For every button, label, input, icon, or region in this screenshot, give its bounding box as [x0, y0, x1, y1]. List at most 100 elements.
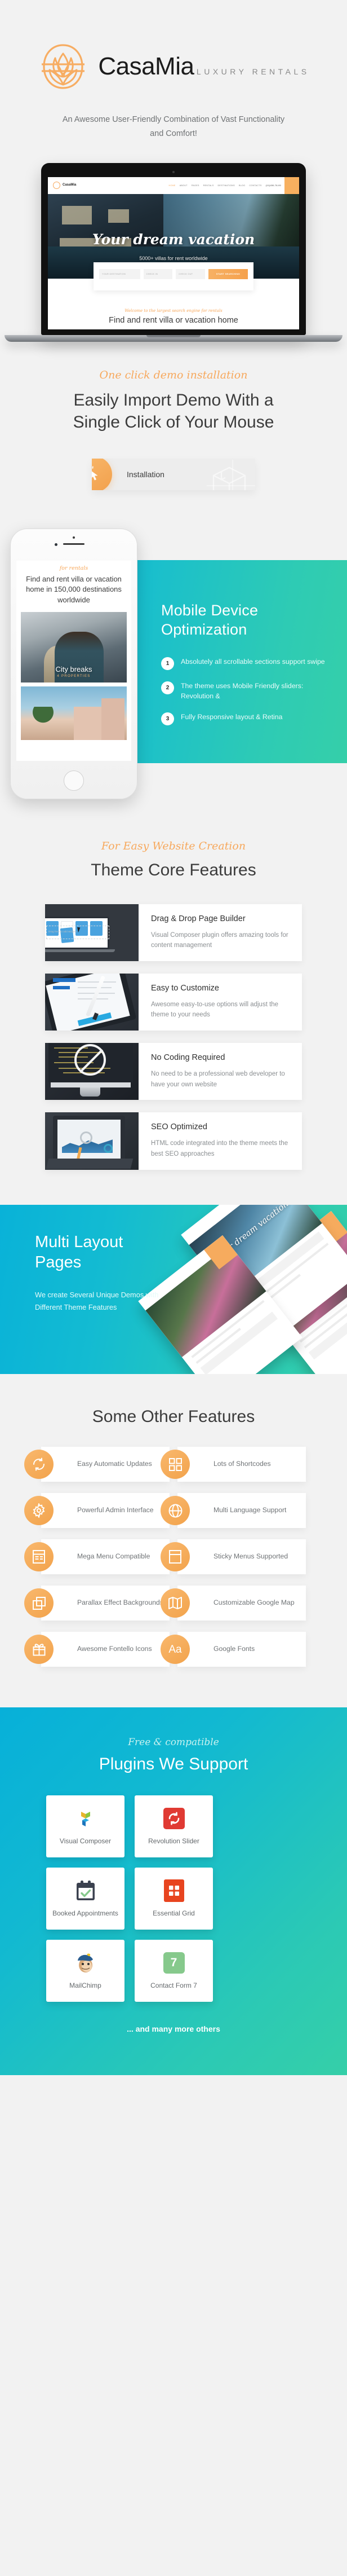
- laptop-camera-icon: [172, 170, 175, 173]
- gear-icon: [24, 1496, 54, 1526]
- preview-checkout-input[interactable]: CHECK OUT: [176, 268, 206, 279]
- feature-tile-google-fonts[interactable]: Aa Google Fonts: [161, 1632, 306, 1667]
- layout-screenshots: Your dream vacation: [138, 1204, 347, 1374]
- phone-home-button[interactable]: [64, 770, 84, 791]
- feature-tile-label: Parallax Effect Backgrounds: [77, 1599, 163, 1607]
- preview-nav-item[interactable]: CONTACTS: [249, 184, 261, 187]
- core-title: Theme Core Features: [91, 860, 256, 879]
- plugin-card-booked-appointments[interactable]: Booked Appointments: [46, 1868, 124, 1930]
- features-grid: Easy Automatic Updates Lots of Shortcode…: [24, 1447, 306, 1667]
- plugin-card-visual-composer[interactable]: Visual Composer: [46, 1795, 124, 1858]
- plugin-name: Visual Composer: [59, 1837, 112, 1846]
- plugin-card-essential-grid[interactable]: Essential Grid: [135, 1868, 213, 1930]
- feature-tile-lots-of-shortcodes[interactable]: Lots of Shortcodes: [161, 1447, 306, 1482]
- plugin-name: Essential Grid: [153, 1909, 195, 1918]
- phone-card-title: City breaks: [55, 665, 92, 674]
- feature-card-desc: HTML code integrated into the theme meet…: [151, 1140, 288, 1157]
- mobile-optimization-section: for rentals Find and rent villa or vacat…: [0, 516, 347, 809]
- phone-card-sub: 4 PROPERTIES: [57, 675, 91, 679]
- list-number-badge: 2: [161, 681, 174, 695]
- feature-tile-label: Google Fonts: [213, 1645, 255, 1653]
- hero-section: CasaMia LUXURY RENTALS An Awesome User-F…: [0, 0, 347, 342]
- feature-tile-multi-language-support[interactable]: Multi Language Support: [161, 1493, 306, 1529]
- layers-icon: [24, 1588, 54, 1618]
- globe-icon: [161, 1496, 190, 1526]
- feature-tile-sticky-menus-supported[interactable]: Sticky Menus Supported: [161, 1539, 306, 1575]
- plugin-card-revolution-slider[interactable]: Revolution Slider: [135, 1795, 213, 1858]
- preview-destination-input[interactable]: YOUR DESTINATION: [99, 268, 140, 279]
- feature-card: Easy to Customize Awesome easy-to-use op…: [45, 973, 302, 1031]
- plugin-name: Booked Appointments: [52, 1909, 118, 1918]
- plugins-script-heading: Free & compatible: [128, 1737, 219, 1749]
- brand-tagline: LUXURY RENTALS: [196, 67, 310, 76]
- essential-grid-logo-icon: [163, 1879, 184, 1903]
- preview-search-card: YOUR DESTINATION CHECK IN CHECK OUT STAR…: [94, 262, 253, 290]
- brand-logo: CasaMia LUXURY RENTALS: [0, 41, 347, 93]
- feature-tile-parallax-effect-backgrounds[interactable]: Parallax Effect Backgrounds: [24, 1586, 170, 1621]
- plugin-name: MailChimp: [69, 1981, 101, 1990]
- plugin-name: Revolution Slider: [148, 1837, 199, 1846]
- feature-tile-mega-menu-compatible[interactable]: Mega Menu Compatible: [24, 1539, 170, 1575]
- phone-screen-content: for rentals Find and rent villa or vacat…: [16, 560, 131, 761]
- laptop-base: [5, 334, 342, 342]
- preview-search-button[interactable]: START SEARCHING: [208, 268, 248, 279]
- multi-layout-title: Multi Layout Pages: [35, 1232, 123, 1272]
- menu-icon: [24, 1542, 54, 1572]
- feature-tile-label: Awesome Fontello Icons: [77, 1645, 152, 1653]
- list-number-badge: 1: [161, 657, 174, 671]
- feature-thumbnail-seo: [45, 1112, 139, 1170]
- preview-bottom-title: Find and rent villa or vacation home: [109, 315, 238, 325]
- preview-logo-name: CasaMia: [63, 183, 77, 187]
- feature-tile-customizable-google-map[interactable]: Customizable Google Map: [161, 1586, 306, 1621]
- preview-phone-number: (22)456-78-90: [265, 184, 281, 187]
- preview-nav-item[interactable]: HOME: [169, 184, 176, 187]
- list-item-text: Fully Responsive layout & Retina: [181, 713, 283, 721]
- other-features-title: Some Other Features: [92, 1407, 255, 1426]
- preview-nav-item[interactable]: BLOG: [239, 184, 245, 187]
- window-icon: [161, 1542, 190, 1572]
- phone-camera-icon: [73, 536, 75, 539]
- install-button-card[interactable]: Installation: [92, 458, 255, 490]
- preview-nav-item[interactable]: DESTINATIONS: [217, 184, 235, 187]
- brand-name: CasaMia: [98, 52, 194, 80]
- feature-tile-label: Mega Menu Compatible: [77, 1552, 150, 1561]
- plugin-name: Contact Form 7: [150, 1981, 197, 1990]
- core-features-section: For Easy Website Creation Theme Core Fea…: [0, 809, 347, 1205]
- phone-second-image: [21, 686, 127, 741]
- phone-sensor-icon: [55, 543, 58, 546]
- lotus-logo-icon: [37, 41, 89, 93]
- map-icon: [161, 1588, 190, 1618]
- gift-icon: [24, 1635, 54, 1665]
- preview-nav-item[interactable]: ABOUT: [180, 184, 188, 187]
- feature-tile-powerful-admin-interface[interactable]: Powerful Admin Interface: [24, 1493, 170, 1529]
- grid-icon: [161, 1450, 190, 1479]
- mailchimp-logo-icon: [74, 1951, 97, 1975]
- feature-tile-awesome-fontello-icons[interactable]: Awesome Fontello Icons: [24, 1632, 170, 1667]
- feature-card: Drag here to add widgets Drag & Drop Pag…: [45, 904, 302, 961]
- visual-composer-logo-icon: [74, 1807, 97, 1830]
- feature-card: No Coding Required No need to be a profe…: [45, 1043, 302, 1100]
- feature-tile-label: Multi Language Support: [213, 1506, 287, 1514]
- feature-tile-easy-automatic-updates[interactable]: Easy Automatic Updates: [24, 1447, 170, 1482]
- preview-checkin-input[interactable]: CHECK IN: [143, 268, 173, 279]
- feature-card-title: Easy to Customize: [151, 983, 219, 993]
- list-item-text: Absolutely all scrollable sections suppo…: [181, 658, 325, 666]
- feature-card-desc: Visual Composer plugin offers amazing to…: [151, 931, 288, 949]
- install-script-heading: One click demo installation: [99, 368, 248, 381]
- plugin-card-contact-form-7[interactable]: 7 Contact Form 7: [135, 1940, 213, 2002]
- feature-tile-label: Customizable Google Map: [213, 1599, 295, 1607]
- other-features-section: Some Other Features Easy Automatic Updat…: [0, 1373, 347, 1708]
- plugin-card-mailchimp[interactable]: MailChimp: [46, 1940, 124, 2002]
- preview-bottom-script: Welcome to the largest search engine for…: [124, 308, 223, 313]
- preview-nav-item[interactable]: RENTALS: [203, 184, 214, 187]
- plugins-grid: Visual Composer Revolution Slider Booked…: [46, 1795, 301, 2002]
- preview-nav-item[interactable]: PAGES: [192, 184, 199, 187]
- preview-account-button[interactable]: [284, 177, 299, 194]
- list-number-badge: 3: [161, 712, 174, 726]
- booked-calendar-logo-icon: [75, 1879, 96, 1903]
- font-icon: Aa: [161, 1635, 190, 1665]
- list-item: 3 Fully Responsive layout & Retina: [161, 712, 330, 726]
- feature-card-desc: Awesome easy-to-use options will adjust …: [151, 1001, 279, 1019]
- hero-tagline: An Awesome User-Friendly Combination of …: [62, 115, 285, 139]
- core-script-heading: For Easy Website Creation: [101, 839, 246, 852]
